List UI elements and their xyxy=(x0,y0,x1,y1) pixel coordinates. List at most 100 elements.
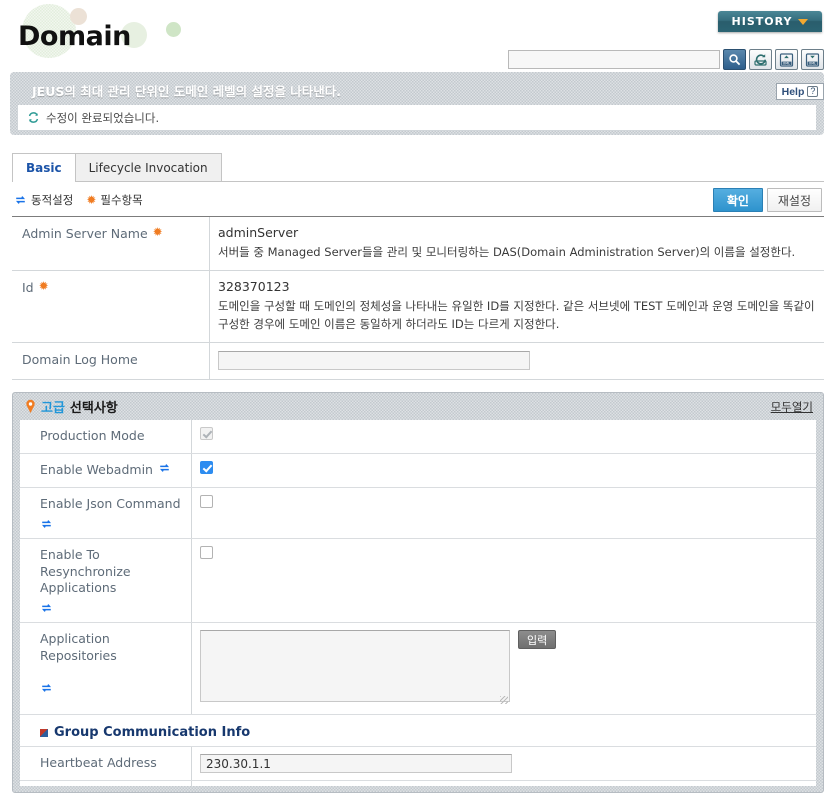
label-text: Domain Log Home xyxy=(22,351,138,367)
banner-title: JEUS의 최대 관리 단위인 도메인 레벨의 설정을 나타낸다. xyxy=(32,84,342,99)
required-field-icon: ✹ xyxy=(86,193,97,207)
value-description: 도메인을 구성할 때 도메인의 정체성을 나타내는 유일한 ID를 지정한다. … xyxy=(218,299,815,331)
value-text: 328370123 xyxy=(218,279,290,295)
legend-dynamic-config: 동적설정 xyxy=(14,192,73,208)
advanced-title-blue: 고급 xyxy=(41,401,65,416)
xml-upload-button[interactable]: XML xyxy=(775,49,798,70)
advanced-panel-body: Production Mode Enable Webadmin Enable J… xyxy=(20,420,816,786)
advanced-label-production-mode: Production Mode xyxy=(20,420,192,453)
form-value-id: 328370123 도메인을 구성할 때 도메인의 정체성을 나타내는 유일한 … xyxy=(210,271,824,342)
advanced-value-enable-webadmin xyxy=(192,454,816,487)
advanced-value-heartbeat-address xyxy=(192,747,816,780)
form-value-domain-log-home xyxy=(210,343,824,379)
advanced-value-heartbeat-port xyxy=(192,781,816,786)
advanced-options-panel: 고급 선택사항 모두열기 Production Mode Enable Weba… xyxy=(12,392,824,793)
search-icon xyxy=(728,53,741,66)
xml-upload-icon: XML xyxy=(779,52,794,67)
application-repositories-textarea-wrap xyxy=(200,630,510,707)
label-text: Admin Server Name xyxy=(22,226,148,241)
tab-basic-label: Basic xyxy=(26,161,62,175)
advanced-row-heartbeat-port: Heartbeat Port xyxy=(20,781,816,786)
form-label-admin-server-name: Admin Server Name ✹ xyxy=(12,217,210,271)
required-field-icon: ✹ xyxy=(38,279,49,294)
history-button[interactable]: HISTORY xyxy=(718,11,822,32)
bulb-pin-icon xyxy=(25,399,36,414)
reset-button[interactable]: 재설정 xyxy=(766,188,822,212)
form-value-admin-server-name: adminServer 서버들 중 Managed Server들을 관리 및 … xyxy=(210,217,824,270)
history-button-label: HISTORY xyxy=(731,15,793,28)
application-repositories-input-button[interactable]: 입력 xyxy=(518,630,557,650)
expand-all-link[interactable]: 모두열기 xyxy=(771,399,813,415)
question-mark-icon: ? xyxy=(807,86,819,97)
legend-dynamic-config-label: 동적설정 xyxy=(31,193,74,207)
label-text: Heartbeat Address xyxy=(40,755,157,771)
xml-download-icon: XML xyxy=(805,52,820,67)
xml-download-button[interactable]: XML xyxy=(801,49,824,70)
domain-log-home-input[interactable] xyxy=(218,350,530,370)
heartbeat-address-input[interactable] xyxy=(200,754,512,774)
form-label-id: Id ✹ xyxy=(12,271,210,342)
tab-lifecycle-invocation[interactable]: Lifecycle Invocation xyxy=(74,153,222,182)
form-label-domain-log-home: Domain Log Home xyxy=(12,342,210,379)
sync-icon xyxy=(27,111,40,124)
confirm-button[interactable]: 확인 xyxy=(712,188,763,212)
advanced-label-heartbeat-port: Heartbeat Port xyxy=(20,781,192,786)
production-mode-checkbox xyxy=(200,427,213,440)
search-button[interactable] xyxy=(723,49,746,70)
advanced-label-application-repositories: Application Repositories xyxy=(20,623,192,715)
advanced-label-enable-webadmin: Enable Webadmin xyxy=(20,453,192,487)
dynamic-config-icon xyxy=(14,194,27,206)
tab-underline xyxy=(12,181,824,182)
basic-form: Admin Server Name ✹ adminServer 서버들 중 Ma… xyxy=(12,217,824,380)
label-text: Production Mode xyxy=(40,428,145,443)
sync-import-icon xyxy=(753,53,768,66)
advanced-title-black: 선택사항 xyxy=(69,401,118,416)
label-text: Enable Json Command xyxy=(40,495,181,511)
form-row-admin-server-name: Admin Server Name ✹ adminServer 서버들 중 Ma… xyxy=(12,217,824,272)
required-field-icon: ✹ xyxy=(152,225,163,239)
dynamic-config-icon xyxy=(158,462,171,474)
group-communication-info-header: Group Communication Info xyxy=(20,715,816,748)
label-text: Enable To Resynchronize Applications xyxy=(40,546,131,596)
advanced-row-application-repositories: Application Repositories 입력 xyxy=(20,623,816,716)
legend: 동적설정 ✹ 필수항목 xyxy=(14,192,143,208)
advanced-value-enable-resynchronize-applications xyxy=(192,539,816,623)
help-button[interactable]: Help ? xyxy=(776,83,824,100)
advanced-value-application-repositories: 입력 xyxy=(192,623,816,714)
enable-resynchronize-applications-checkbox[interactable] xyxy=(200,545,213,559)
square-marker-icon xyxy=(40,728,48,737)
status-message-text: 수정이 완료되었습니다. xyxy=(46,110,160,125)
advanced-panel-title: 고급 선택사항 xyxy=(25,397,118,416)
advanced-row-enable-json-command: Enable Json Command xyxy=(20,487,816,539)
description-banner: JEUS의 최대 관리 단위인 도메인 레벨의 설정을 나타낸다. 수정이 완료… xyxy=(10,72,824,135)
form-row-domain-log-home: Domain Log Home xyxy=(12,342,824,380)
svg-text:XML: XML xyxy=(783,61,790,65)
advanced-row-enable-webadmin: Enable Webadmin xyxy=(20,453,816,488)
svg-text:XML: XML xyxy=(809,61,816,65)
application-repositories-textarea[interactable] xyxy=(200,630,510,703)
search-toolbar: XML XML xyxy=(508,49,824,70)
page-title: Domain xyxy=(18,21,131,52)
status-message-box: 수정이 완료되었습니다. xyxy=(18,105,816,130)
advanced-row-enable-resynchronize-applications: Enable To Resynchronize Applications xyxy=(20,538,816,624)
advanced-value-production-mode xyxy=(192,420,816,453)
form-row-id: Id ✹ 328370123 도메인을 구성할 때 도메인의 정체성을 나타내는… xyxy=(12,271,824,343)
tab-bar: Basic Lifecycle Invocation xyxy=(12,153,222,183)
tab-basic[interactable]: Basic xyxy=(12,153,76,183)
search-input[interactable] xyxy=(508,50,720,69)
value-text: adminServer xyxy=(218,225,299,240)
page-root: Domain HISTORY XML XML JEUS의 최대 관리 단위인 도… xyxy=(0,0,834,793)
enable-json-command-checkbox[interactable] xyxy=(200,494,213,508)
advanced-value-enable-json-command xyxy=(192,488,816,538)
legend-required-field-label: 필수항목 xyxy=(100,193,143,207)
dynamic-config-icon xyxy=(40,518,53,530)
reload-button[interactable] xyxy=(749,49,772,70)
advanced-panel-header: 고급 선택사항 모두열기 xyxy=(20,393,816,420)
tab-lifecycle-invocation-label: Lifecycle Invocation xyxy=(88,161,208,175)
help-button-label: Help xyxy=(781,85,805,98)
enable-webadmin-checkbox[interactable] xyxy=(200,460,213,474)
group-communication-info-title: Group Communication Info xyxy=(54,725,251,741)
advanced-label-enable-json-command: Enable Json Command xyxy=(20,487,192,538)
action-buttons: 확인 재설정 xyxy=(712,188,822,212)
label-text: Enable Webadmin xyxy=(40,461,153,477)
